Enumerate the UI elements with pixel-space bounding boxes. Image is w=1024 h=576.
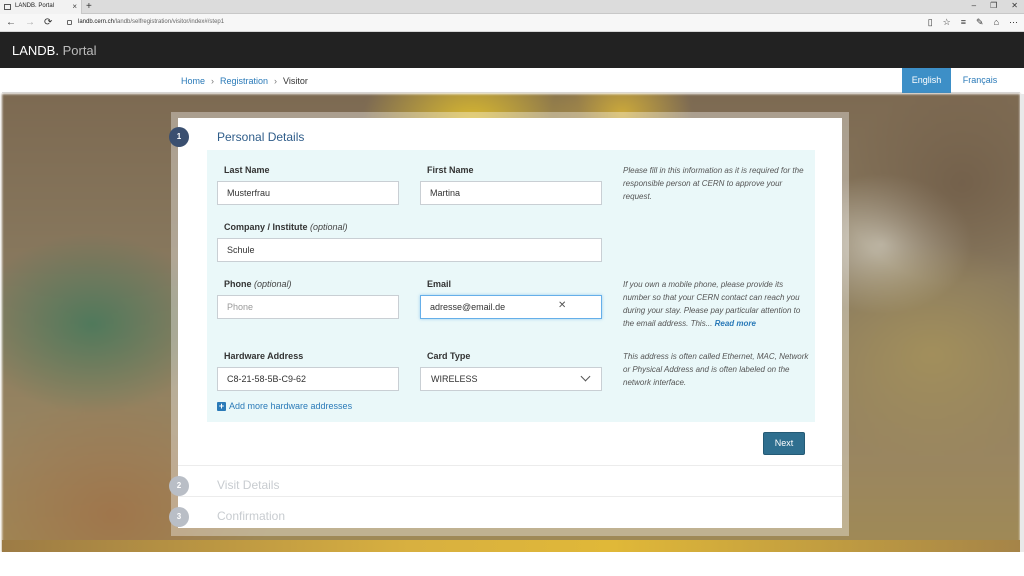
company-input[interactable] [217, 238, 602, 262]
last-name-input[interactable] [217, 181, 399, 205]
company-optional: (optional) [310, 222, 348, 232]
breadcrumb-visitor: Visitor [283, 76, 308, 86]
phone-input[interactable] [217, 295, 399, 319]
window-close-icon[interactable]: ✕ [1011, 1, 1018, 10]
breadcrumb-home[interactable]: Home [181, 76, 205, 86]
hardware-address-input[interactable] [217, 367, 399, 391]
url-host: landb.cern.ch [78, 19, 115, 25]
back-arrow-icon[interactable]: ← [6, 17, 16, 28]
chevron-right-icon: › [274, 76, 278, 86]
breadcrumb: Home › Registration › Visitor [181, 76, 308, 86]
scrollbar[interactable] [1020, 94, 1024, 552]
step-1-badge: 1 [169, 127, 189, 147]
card-type-label: Card Type [427, 351, 471, 361]
hardware-address-label: Hardware Address [224, 351, 304, 361]
contact-help-body: If you own a mobile phone, please provid… [623, 280, 801, 328]
minimize-icon[interactable]: – [972, 1, 976, 10]
step-1-title[interactable]: Personal Details [217, 130, 304, 144]
breadcrumb-registration[interactable]: Registration [220, 76, 268, 86]
phone-label-text: Phone [224, 279, 252, 289]
company-label-text: Company / Institute [224, 222, 308, 232]
read-more-link[interactable]: Read more [715, 319, 756, 328]
email-input[interactable] [420, 295, 602, 319]
window-controls: – ❐ ✕ [972, 1, 1018, 10]
step-2-title: Visit Details [217, 478, 280, 492]
note-icon[interactable]: ✎ [976, 17, 984, 28]
personal-help-text: Please fill in this information as it is… [623, 166, 804, 201]
add-hardware-label: Add more hardware addresses [229, 401, 353, 411]
step-divider [178, 465, 842, 466]
brand-main: LANDB. [12, 43, 59, 58]
close-icon[interactable]: × [72, 2, 77, 11]
chevron-right-icon: › [211, 76, 215, 86]
browser-tab[interactable]: LANDB. Portal × [0, 0, 82, 14]
more-icon[interactable]: ⋯ [1009, 17, 1018, 28]
first-name-input[interactable] [420, 181, 602, 205]
last-name-label: Last Name [224, 165, 270, 175]
language-french[interactable]: Français [951, 68, 1009, 93]
page-icon [4, 4, 11, 10]
first-name-label: First Name [427, 165, 474, 175]
step-divider [178, 496, 842, 497]
new-tab-button[interactable]: + [86, 1, 92, 12]
step-3-badge: 3 [169, 507, 189, 527]
phone-optional: (optional) [254, 279, 292, 289]
browser-tab-bar: LANDB. Portal × + – ❐ ✕ [0, 0, 1024, 14]
clear-icon[interactable]: ✕ [558, 300, 566, 311]
refresh-icon[interactable]: ⟳ [44, 17, 52, 28]
favorite-star-icon[interactable]: ☆ [943, 17, 951, 28]
address-bar: ← → ⟳ landb.cern.ch/landb/selfregistrati… [0, 14, 1024, 32]
language-english[interactable]: English [902, 68, 951, 93]
url-path: /landb/selfregistration/visitor/index#/s… [114, 19, 225, 25]
background-photo-bottom [2, 540, 1020, 552]
email-label: Email [427, 279, 452, 289]
step-2-badge: 2 [169, 476, 189, 496]
phone-label: Phone (optional) [224, 279, 292, 289]
browser-tab-title: LANDB. Portal [15, 3, 55, 9]
restore-icon[interactable]: ❐ [990, 1, 997, 10]
app-header: LANDB. Portal [0, 32, 1024, 68]
forward-arrow-icon[interactable]: → [25, 17, 35, 28]
hardware-help-text: This address is often called Ethernet, M… [623, 352, 809, 387]
add-hardware-link[interactable]: + Add more hardware addresses [217, 401, 352, 411]
step-3-title: Confirmation [217, 509, 286, 523]
card-type-select[interactable]: WIRELESS [420, 367, 602, 391]
contact-help-text: If you own a mobile phone, please provid… [623, 278, 809, 330]
next-button[interactable]: Next [763, 432, 805, 455]
plus-square-icon: + [217, 400, 226, 411]
hub-icon[interactable]: ≡ [961, 17, 966, 28]
url-field[interactable]: landb.cern.ch/landb/selfregistration/vis… [78, 19, 224, 25]
browser-toolbar: ▯ ☆ ≡ ✎ ⌂ ⋯ [928, 17, 1018, 28]
reading-view-icon[interactable]: ▯ [928, 17, 933, 28]
brand-logo[interactable]: LANDB. Portal [12, 43, 97, 58]
brand-sub: Portal [62, 43, 97, 58]
page-footer [0, 552, 1024, 576]
company-label: Company / Institute (optional) [224, 222, 348, 232]
lock-icon [67, 20, 72, 25]
breadcrumb-bar: Home › Registration › Visitor English Fr… [2, 68, 1020, 93]
share-icon[interactable]: ⌂ [994, 17, 999, 28]
